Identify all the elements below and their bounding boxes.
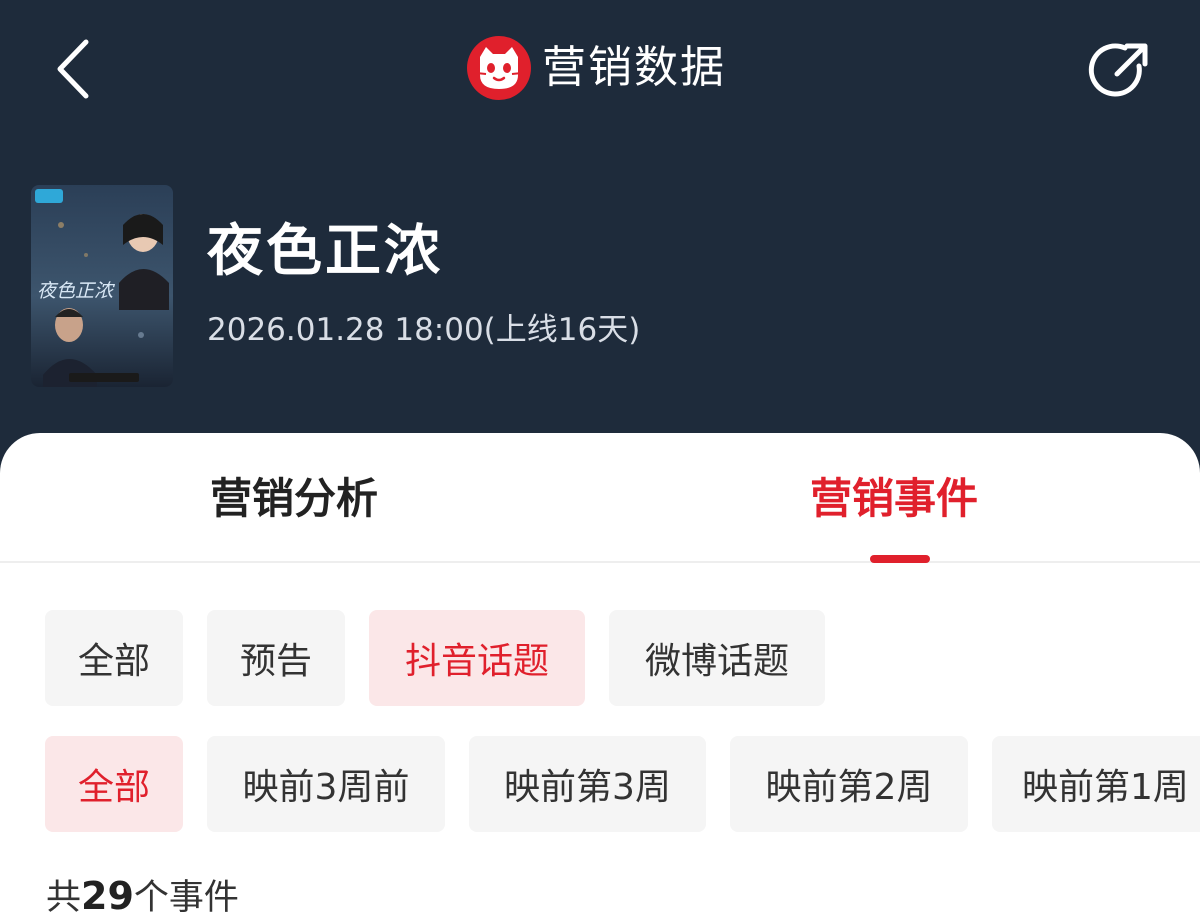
filter-time-all[interactable]: 全部 <box>45 736 183 832</box>
share-icon[interactable] <box>1087 38 1153 104</box>
movie-title: 夜色正浓 <box>207 219 443 284</box>
release-info: 2026.01.28 18:00(上线16天) <box>207 312 641 348</box>
event-count-prefix: 共 <box>46 878 82 918</box>
filter-time-week-2[interactable]: 映前第2周 <box>730 736 968 832</box>
active-tab-indicator <box>870 555 930 563</box>
page-title: 营销数据 <box>542 42 726 93</box>
filter-source-trailer[interactable]: 预告 <box>207 610 345 706</box>
content-panel: 营销分析 营销事件 全部 预告 抖音话题 微博话题 全部 映前3周前 映前第3周… <box>0 433 1200 923</box>
tab-marketing-analysis[interactable]: 营销分析 <box>210 471 378 527</box>
poster-title: 夜色正浓 <box>37 280 116 302</box>
event-count: 共29个事件 <box>46 873 239 921</box>
filter-time-3-weeks-before[interactable]: 映前3周前 <box>207 736 445 832</box>
filter-source-douyin[interactable]: 抖音话题 <box>369 610 585 706</box>
filter-time-week-1[interactable]: 映前第1周 <box>992 736 1200 832</box>
event-count-number: 29 <box>81 874 134 918</box>
maoyan-cat-logo-icon <box>467 36 531 100</box>
tab-marketing-events[interactable]: 营销事件 <box>810 471 978 527</box>
event-count-suffix: 个事件 <box>133 878 239 918</box>
filter-source-weibo[interactable]: 微博话题 <box>609 610 825 706</box>
nav-brand: 营销数据 <box>466 33 726 103</box>
movie-poster[interactable]: 夜色正浓 <box>31 185 173 387</box>
filter-source-all[interactable]: 全部 <box>45 610 183 706</box>
filter-time-week-3[interactable]: 映前第3周 <box>469 736 706 832</box>
tab-bar: 营销分析 营销事件 <box>0 433 1200 563</box>
top-nav-bar: 营销数据 <box>0 0 1200 140</box>
chevron-left-icon[interactable] <box>50 36 100 102</box>
